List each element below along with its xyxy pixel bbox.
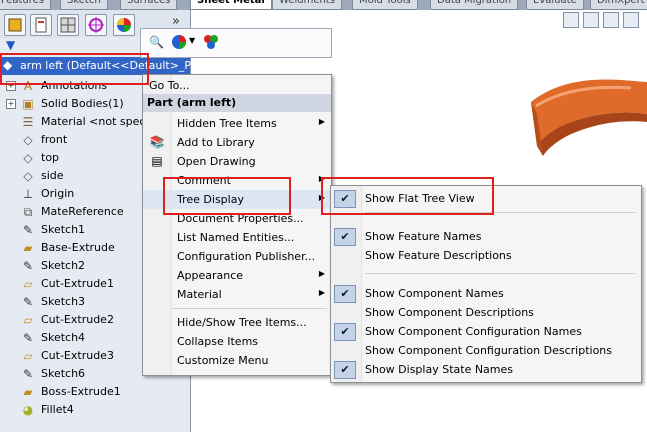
tree-node-label: Sketch3 [41,295,86,308]
sub-show-display-state-names[interactable]: ✔ Show Display State Names [331,360,641,379]
menu-separator [365,273,635,274]
checkmark-icon: ✔ [334,285,356,303]
tree-node-label: Solid Bodies(1) [41,97,124,110]
origin-icon: ⊥ [22,187,34,201]
view-toolbar [563,12,643,32]
sketch-icon: ✎ [22,295,34,309]
feature-manager-icon[interactable] [4,14,26,36]
command-manager-tabs: Features Sketch Surfaces Sheet Metal Wel… [0,0,647,10]
sub-show-component-descriptions[interactable]: Show Component Descriptions [331,303,641,322]
tab-mold-tools[interactable]: Mold Tools [352,0,418,10]
plane-icon: ◇ [23,169,33,183]
checkmark-icon: ✔ [334,361,356,379]
expand-chevron-icon[interactable]: » [172,14,180,29]
checkmark-icon: ✔ [334,323,356,341]
cut-extrude-icon: ▱ [23,349,33,363]
tree-node-label: side [41,169,64,182]
context-mini-toolbar: 🔍 ▼ [140,28,332,58]
material-icon: ☰ [22,115,34,129]
tree-node-label: MateReference [41,205,124,218]
tab-sketch[interactable]: Sketch [60,0,108,10]
plane-icon: ◇ [23,133,33,147]
ctx-collapse-items[interactable]: Collapse Items [143,332,331,351]
sketch-icon: ✎ [22,259,34,273]
submenu-arrow-icon: ▶ [318,269,325,278]
ctx-customize-menu[interactable]: Customize Menu [143,351,331,370]
ctx-material[interactable]: Material ▶ [143,285,331,304]
dropdown-arrow-icon[interactable]: ▼ [189,36,195,45]
add-to-library-icon: 📚 [149,135,165,149]
tree-node-label: Sketch1 [41,223,86,236]
mate-reference-icon: ⧉ [23,205,33,219]
menu-separator [173,308,327,309]
appearance-icon[interactable] [171,34,187,53]
solid-bodies-icon: ▣ [22,97,34,111]
tab-data-migration[interactable]: Data Migration [430,0,519,10]
plane-icon: ◇ [23,151,33,165]
sub-show-component-configuration-names[interactable]: ✔ Show Component Configuration Names [331,322,641,341]
checkmark-icon: ✔ [334,228,356,246]
ctx-hidden-tree-items[interactable]: Hidden Tree Items ▶ [143,114,331,133]
extrude-icon: ▰ [23,241,33,255]
tab-surfaces[interactable]: Surfaces [120,0,178,10]
tab-sheet-metal[interactable]: Sheet Metal [190,0,272,10]
tree-node-label: Base-Extrude [41,241,115,254]
previous-view-icon[interactable] [623,12,639,28]
property-manager-icon[interactable] [30,14,52,36]
tree-node-label: Origin [41,187,75,200]
tree-node-label: front [41,133,68,146]
highlight-box-root [0,53,149,85]
fillet-icon: ◕ [22,403,34,417]
sub-show-component-configuration-descriptions[interactable]: Show Component Configuration Description… [331,341,641,360]
submenu-arrow-icon: ▶ [318,117,325,126]
tree-node-label: Cut-Extrude3 [41,349,114,362]
open-drawing-icon: ▤ [151,154,163,168]
tree-node[interactable]: ◕ Fillet4 [0,401,190,419]
highlight-box-tree-display [163,177,291,215]
zoom-to-selection-icon[interactable]: 🔍 [149,35,164,49]
display-manager-icon[interactable] [113,14,135,36]
tree-node-label: Sketch6 [41,367,86,380]
sketch-icon: ✎ [22,223,34,237]
ctx-open-drawing[interactable]: ▤ Open Drawing [143,152,331,171]
scene-icon[interactable] [203,34,219,53]
sub-show-feature-names[interactable]: ✔ Show Feature Names [331,227,641,246]
tab-evaluate[interactable]: Evaluate [526,0,584,10]
tree-node-label: top [41,151,60,164]
highlight-box-flat-tree [321,177,494,215]
tree-node-label: Sketch4 [41,331,86,344]
tree-node-label: Cut-Extrude1 [41,277,114,290]
expand-icon[interactable]: + [6,99,16,109]
tree-node-label: Fillet4 [41,403,74,416]
extrude-icon: ▰ [23,385,33,399]
cut-extrude-icon: ▱ [23,313,33,327]
tab-features[interactable]: Features [0,0,51,10]
ctx-go-to[interactable]: Go To... [143,76,331,95]
zoom-area-icon[interactable] [583,12,599,28]
zoom-in-icon[interactable] [603,12,619,28]
tab-weldments[interactable]: Weldments [272,0,342,10]
context-menu-header: Part (arm left) [143,94,331,112]
sketch-icon: ✎ [22,367,34,381]
configuration-manager-icon[interactable] [57,14,79,36]
sketch-icon: ✎ [22,331,34,345]
ctx-configuration-publisher[interactable]: Configuration Publisher... [143,247,331,266]
ctx-add-to-library[interactable]: 📚 Add to Library [143,133,331,152]
tree-node-label: Boss-Extrude1 [41,385,121,398]
ctx-appearance[interactable]: Appearance ▶ [143,266,331,285]
filter-icon[interactable]: ▼ [6,38,15,52]
context-menu: Go To... Part (arm left) Hidden Tree Ite… [142,74,332,376]
cut-extrude-icon: ▱ [23,277,33,291]
sub-show-component-names[interactable]: ✔ Show Component Names [331,284,641,303]
tree-node[interactable]: ▰ Boss-Extrude1 [0,383,190,401]
sub-show-feature-descriptions[interactable]: Show Feature Descriptions [331,246,641,265]
dimxpert-manager-icon[interactable] [85,14,107,36]
submenu-arrow-icon: ▶ [318,288,325,297]
tab-dimxpert[interactable]: DimXpert [590,0,647,10]
tree-node-label: Cut-Extrude2 [41,313,114,326]
ctx-hide-show-tree-items[interactable]: Hide/Show Tree Items... [143,313,331,332]
zoom-to-fit-icon[interactable] [563,12,579,28]
ctx-list-named-entities[interactable]: List Named Entities... [143,228,331,247]
tree-node-label: Sketch2 [41,259,86,272]
